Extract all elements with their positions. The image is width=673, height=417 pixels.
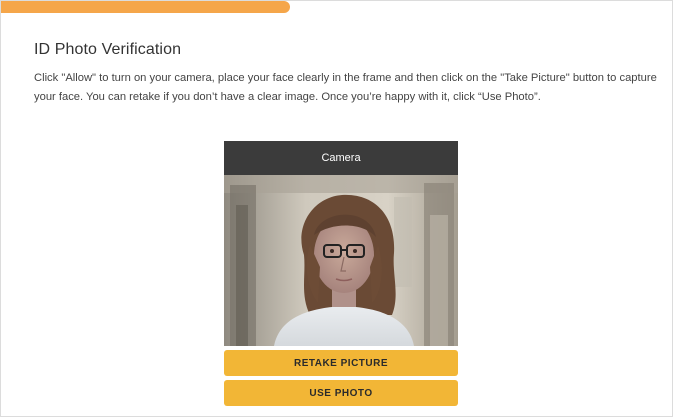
use-photo-button[interactable]: USE PHOTO — [224, 380, 458, 406]
retake-picture-button[interactable]: RETAKE PICTURE — [224, 350, 458, 376]
camera-header: Camera — [224, 141, 458, 175]
progress-bar — [1, 1, 673, 17]
camera-panel: Camera RETAKE PICTURE USE PHOTO — [224, 141, 458, 406]
verification-page: ID Photo Verification Click "Allow" to t… — [0, 0, 673, 417]
progress-bar-fill — [1, 1, 291, 13]
camera-preview — [224, 175, 458, 346]
captured-photo-image — [224, 175, 458, 346]
instructions-text: Click "Allow" to turn on your camera, pl… — [34, 72, 657, 103]
page-title: ID Photo Verification — [34, 41, 182, 58]
camera-header-label: Camera — [321, 152, 361, 164]
